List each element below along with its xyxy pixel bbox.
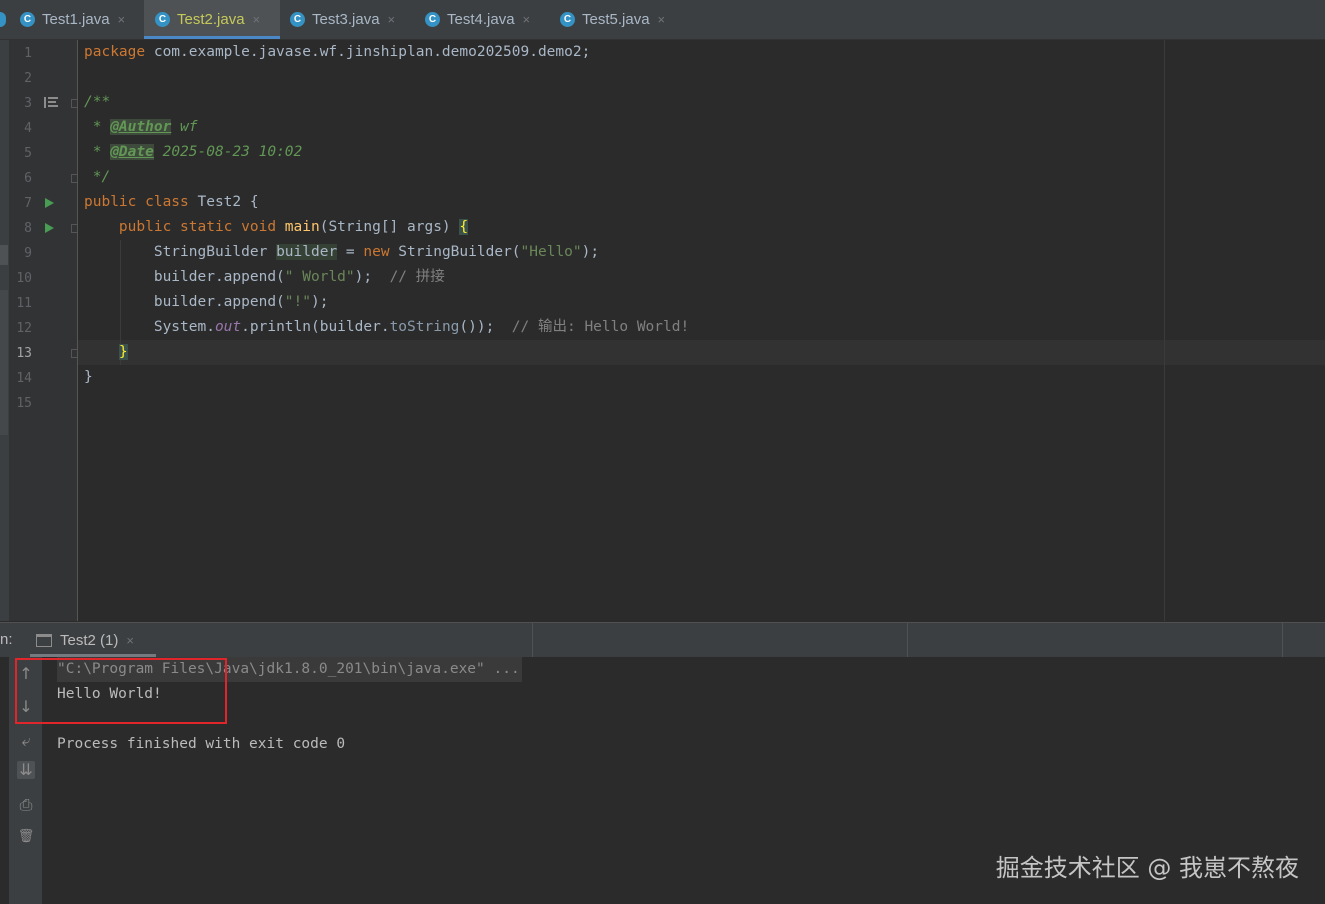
tab-label: Test4.java [447,11,515,28]
panel-divider [907,623,908,657]
close-icon[interactable]: × [118,12,126,27]
structure-icon [44,97,58,108]
editor-gutter: 1 2 3 4 5 6 7 8 9 10 11 12 13 14 15 [0,40,80,621]
close-icon[interactable]: × [388,12,396,27]
line-number: 12 [16,321,32,336]
editor-tab-bar: C Test1.java × C Test2.java × C Test3.ja… [0,0,1325,40]
code-line-5: * @Date 2025-08-23 10:02 [84,144,303,160]
soft-wrap-icon[interactable]: ⤶ [17,732,35,750]
code-editor[interactable]: package com.example.javase.wf.jinshiplan… [78,40,1325,621]
run-main-icon[interactable] [45,223,54,233]
code-line-4: * @Author wf [84,119,198,135]
trash-icon[interactable]: 🗑 [17,828,35,846]
left-tool-strip [0,40,9,621]
code-line-6: */ [84,169,111,185]
active-tab-indicator [144,36,280,39]
code-line-1: package com.example.javase.wf.jinshiplan… [84,44,591,60]
java-class-icon: C [560,12,575,27]
run-tab-label: Test2 (1) [60,631,119,649]
line-number: 14 [16,371,32,386]
code-line-12: System.out.println(builder.toString()); … [153,319,690,335]
java-class-icon: C [155,12,170,27]
line-number: 6 [24,171,32,186]
code-line-9: StringBuilder builder = new StringBuilde… [153,244,600,260]
close-icon[interactable]: × [126,633,134,648]
code-line-10: builder.append(" World"); // 拼接 [153,269,445,285]
watermark: 掘金技术社区 @ 我崽不熬夜 [995,854,1299,882]
strip-marker [0,290,8,435]
console-exit-line: Process finished with exit code 0 [57,736,346,752]
right-margin-guide [1164,40,1165,621]
java-class-icon: C [20,12,35,27]
close-icon[interactable]: × [523,12,531,27]
annotation-highlight-box [15,658,227,724]
tab-overflow-edge [0,0,7,39]
line-number: 5 [24,146,32,161]
panel-divider [532,623,533,657]
tab-test5[interactable]: C Test5.java × [560,0,685,39]
console-icon [36,633,52,647]
java-class-icon: C [425,12,440,27]
panel-divider [1282,623,1283,657]
run-tab-test2[interactable]: Test2 (1) × [30,623,156,657]
code-line-3: /** [84,94,111,110]
tab-test3[interactable]: C Test3.java × [290,0,415,39]
run-class-icon[interactable] [45,198,54,208]
run-panel-label: n: [0,631,13,648]
code-line-8: public static void main(String[] args) { [118,219,469,235]
tab-label: Test5.java [582,11,650,28]
close-icon[interactable]: × [253,12,261,27]
code-line-11: builder.append("!"); [153,294,329,310]
code-line-7: public class Test2 { [84,194,259,210]
current-line-highlight [78,340,1325,365]
line-number-current: 13 [16,346,32,361]
strip-marker [0,245,8,265]
line-number: 8 [24,221,32,236]
code-line-14: } [84,369,93,385]
line-number: 1 [24,46,32,61]
line-number: 7 [24,196,32,211]
line-number: 10 [16,271,32,286]
console-left-strip [0,657,9,904]
line-number: 4 [24,121,32,136]
tab-label: Test1.java [42,11,110,28]
line-number: 11 [16,296,32,311]
tab-test2[interactable]: C Test2.java × [144,0,280,39]
run-panel-header: n: Test2 (1) × [0,622,1325,657]
tab-test1[interactable]: C Test1.java × [20,0,144,39]
tab-label: Test2.java [177,11,245,28]
line-number: 15 [16,396,32,411]
tab-test4[interactable]: C Test4.java × [425,0,550,39]
print-icon[interactable]: ⎙ [17,796,35,814]
tab-label: Test3.java [312,11,380,28]
java-class-icon: C [290,12,305,27]
code-line-13: } [118,344,128,360]
scroll-to-end-icon[interactable]: ⇊ [17,761,35,779]
line-number: 2 [24,71,32,86]
line-number: 9 [24,246,32,261]
line-number: 3 [24,96,32,111]
close-icon[interactable]: × [658,12,666,27]
